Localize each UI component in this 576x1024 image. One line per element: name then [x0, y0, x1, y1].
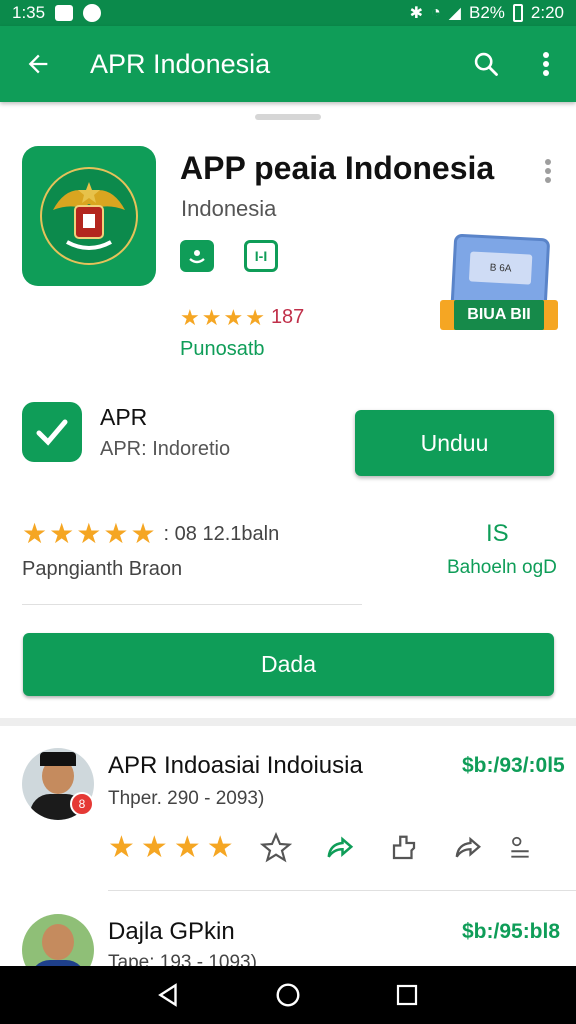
star-icon: ★	[76, 518, 102, 549]
status-time-right: 2:20	[530, 3, 564, 22]
battery-percent: B2%	[468, 3, 505, 22]
star-icon[interactable]: ★	[207, 833, 234, 863]
star-icon[interactable]: ★	[108, 833, 135, 863]
nav-recents-button[interactable]	[387, 975, 427, 1015]
back-button[interactable]	[0, 26, 76, 102]
publisher-link[interactable]: Punosatb	[180, 338, 265, 361]
app-developer[interactable]: Indonesia	[181, 196, 276, 222]
forward-button[interactable]	[446, 830, 490, 866]
family-badge	[180, 240, 214, 272]
star-icon: ★	[103, 518, 129, 549]
star-outline-icon	[259, 832, 292, 863]
forward-icon	[455, 836, 481, 858]
install-app-name: APR	[100, 404, 148, 430]
more-icon	[510, 836, 529, 858]
promo-card-text: B 6A	[468, 251, 533, 285]
app-notification-icon	[83, 4, 102, 22]
avatar	[22, 914, 94, 968]
app-bar-title: APR Indonesia	[90, 48, 271, 79]
star-icon[interactable]: ★	[174, 833, 201, 863]
rating-summary: ★ ★ ★ ★ ★ : 08 12.1baln	[22, 520, 279, 548]
primary-action-button[interactable]: Dada	[23, 633, 554, 696]
star-icon: ★	[22, 518, 48, 549]
promo-ribbon-text: BIUA BII	[454, 300, 544, 330]
rating-badge: I-I	[244, 240, 278, 272]
rating-meta: : 08 12.1baln	[163, 522, 280, 545]
square-recents-icon	[396, 984, 417, 1006]
notification-icon	[55, 5, 74, 21]
status-time-left: 1:35	[12, 3, 46, 22]
star-icon: ★	[180, 304, 200, 330]
item-price: $b:/93/:0l5	[462, 754, 565, 777]
more-options-button[interactable]	[498, 830, 542, 866]
app-options-button[interactable]	[538, 156, 558, 186]
garuda-emblem-icon	[40, 167, 138, 265]
circle-home-icon	[276, 983, 300, 1007]
item-title: Dajla GPkin	[108, 918, 235, 945]
bluetooth-icon: ✱	[409, 5, 423, 22]
share-button[interactable]	[318, 830, 362, 866]
check-icon	[36, 419, 68, 446]
item-price: $b:/95:bl8	[462, 920, 561, 943]
app-bar: APR Indonesia	[0, 26, 576, 102]
status-bar: 1:35 ✱ ◔ ◢ B2% 2:20	[0, 0, 576, 26]
star-icon: ★	[245, 304, 265, 330]
install-device-button[interactable]	[382, 830, 426, 866]
device-icon	[392, 835, 415, 860]
share-icon	[327, 836, 353, 858]
rating-mark: IS	[486, 520, 509, 547]
star-icon: ★	[49, 518, 75, 549]
search-icon	[474, 52, 498, 76]
installed-check-icon	[22, 402, 82, 462]
half-star-icon: ★	[130, 518, 156, 549]
star-icon[interactable]: ★	[141, 833, 168, 863]
nav-back-button[interactable]	[149, 975, 189, 1015]
divider	[108, 890, 576, 891]
badge-icon	[189, 250, 205, 264]
signal-icon: ◢	[448, 5, 461, 22]
item-title: APR Indoasiai Indoiusia	[108, 752, 363, 779]
promo-graphic: B 6A BIUA BII	[440, 233, 558, 338]
rating-link[interactable]: Bahoeln ogD	[447, 557, 557, 579]
rating-badge-text: I-I	[254, 248, 268, 264]
install-button[interactable]: Unduu	[355, 410, 554, 476]
system-nav-bar	[0, 966, 576, 1024]
more-vert-icon	[543, 52, 549, 76]
rating-count: 187	[270, 306, 305, 328]
app-rating: ★ ★ ★ ★ 187	[180, 306, 304, 329]
wifi-icon: ◔	[431, 4, 441, 21]
drag-handle[interactable]	[255, 114, 321, 120]
star-icon: ★	[201, 304, 222, 330]
back-arrow-icon	[28, 54, 48, 74]
star-icon: ★	[223, 304, 244, 330]
triangle-back-icon	[158, 983, 178, 1007]
install-app-subtitle: APR: Indoretio	[100, 438, 231, 460]
list-item[interactable]: 8 APR Indoasiai Indoiusia Thper. 290 - 2…	[0, 746, 576, 886]
item-subtitle: Thper. 290 - 2093)	[108, 788, 265, 809]
nav-home-button[interactable]	[268, 975, 308, 1015]
app-logo-icon	[22, 146, 156, 286]
avatar-badge: 8	[70, 792, 94, 816]
list-item[interactable]: Dajla GPkin Tape: 193 - 1093) $b:/95:bl8	[0, 912, 576, 968]
overflow-menu-button[interactable]	[516, 26, 576, 102]
search-button[interactable]	[456, 26, 516, 102]
star-outline-button[interactable]	[254, 830, 298, 866]
battery-icon	[512, 4, 523, 22]
divider	[22, 604, 362, 605]
app-title: APP peaia Indonesia	[180, 150, 495, 186]
rating-subtitle: Papngianth Braon	[22, 558, 183, 580]
section-separator	[0, 718, 576, 726]
